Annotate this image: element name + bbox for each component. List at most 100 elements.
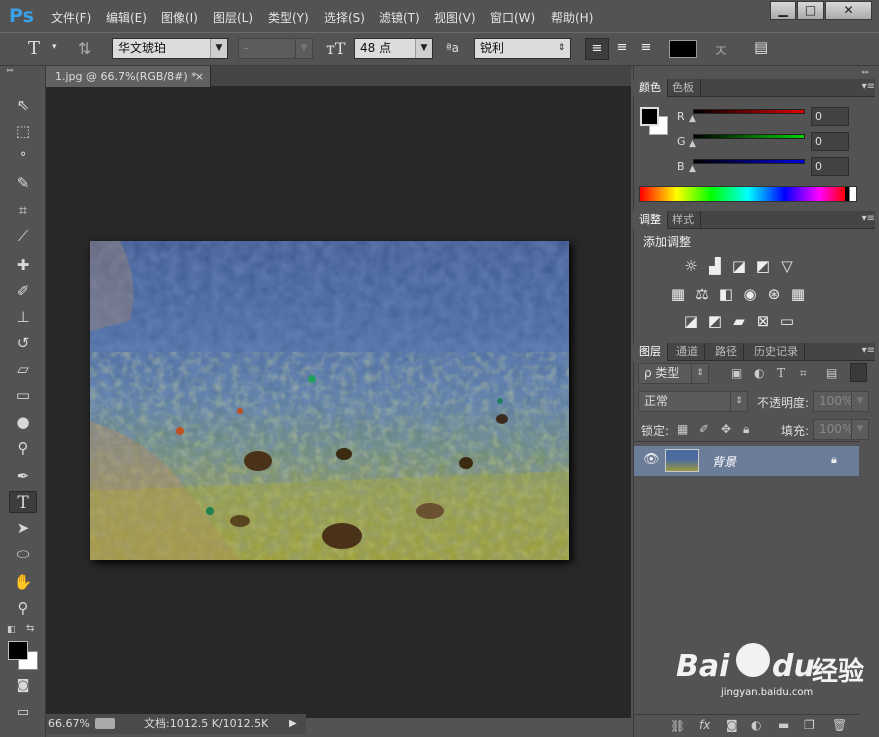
align-center-button[interactable]: ≡ [611, 38, 633, 60]
zoom-level[interactable]: 66.67% [48, 714, 90, 734]
filter-toggle-switch[interactable] [850, 363, 867, 382]
vibrance-icon[interactable]: ▽ [777, 257, 797, 275]
menu-file[interactable]: 文件(F) [51, 9, 91, 26]
menu-help[interactable]: 帮助(H) [551, 9, 593, 26]
lock-transparent-icon[interactable]: ▦ [677, 422, 688, 436]
filter-pixel-icon[interactable]: ▣ [731, 366, 742, 380]
brush-tool-icon[interactable]: ✐ [9, 280, 37, 302]
layer-row[interactable]: 👁︎ 背景 🔒︎ [634, 446, 859, 476]
menu-view[interactable]: 视图(V) [434, 9, 476, 26]
eyedropper-tool-icon[interactable]: ⟋ [9, 225, 37, 247]
lock-image-icon[interactable]: ✐ [699, 422, 709, 436]
quick-mask-icon[interactable]: ◙ [9, 675, 37, 697]
brightness-contrast-icon[interactable]: ☼ [681, 257, 701, 275]
delete-layer-icon[interactable]: 🗑︎ [832, 718, 847, 732]
font-family-select[interactable]: 华文琥珀 ▼ [112, 38, 228, 59]
filter-shape-icon[interactable]: ⌗ [800, 366, 807, 381]
character-panel-icon[interactable]: ▤ [754, 38, 768, 56]
pen-tool-icon[interactable]: ✒ [9, 465, 37, 487]
hue-saturation-icon[interactable]: ▦ [668, 285, 688, 303]
filter-adjustment-icon[interactable]: ◐ [754, 366, 764, 380]
menu-filter[interactable]: 滤镜(T) [379, 9, 420, 26]
path-select-tool-icon[interactable]: ➤ [9, 517, 37, 539]
filter-type-icon[interactable]: T [777, 366, 785, 380]
layer-name[interactable]: 背景 [712, 453, 736, 470]
tab-color[interactable]: 颜色 [633, 79, 668, 97]
slider-handle-icon[interactable]: ▲ [689, 139, 696, 149]
document-tab[interactable]: 1.jpg @ 66.7%(RGB/8#) * × [46, 66, 211, 87]
hand-tool-icon[interactable]: ✋ [9, 571, 37, 593]
clone-stamp-tool-icon[interactable]: ⊥ [9, 306, 37, 328]
ellipse-tool-icon[interactable]: ⬭ [9, 543, 37, 565]
channel-b-slider[interactable] [693, 159, 805, 164]
canvas-image[interactable] [90, 241, 569, 560]
selective-color-icon[interactable]: ⊠ [753, 312, 773, 330]
warp-text-icon[interactable]: ㅈ [713, 37, 729, 62]
default-colors-icon[interactable]: ◧ [7, 625, 16, 635]
menu-window[interactable]: 窗口(W) [490, 9, 535, 26]
tab-adjustments[interactable]: 调整 [633, 211, 668, 229]
type-tool-preset-icon[interactable]: T [28, 38, 40, 59]
new-group-icon[interactable]: ▬ [778, 718, 789, 732]
menu-type[interactable]: 类型(Y) [268, 9, 309, 26]
eraser-tool-icon[interactable]: ▱ [9, 358, 37, 380]
lasso-tool-icon[interactable]: ᐤ [9, 146, 37, 168]
slider-handle-icon[interactable]: ▲ [689, 114, 696, 124]
zoom-tool-icon[interactable]: ⚲ [9, 597, 37, 619]
quick-select-tool-icon[interactable]: ✎ [9, 172, 37, 194]
collapse-panels-icon[interactable]: ▸▸ [862, 68, 869, 76]
preset-dropdown-arrow-icon[interactable]: ▾ [52, 42, 57, 52]
close-tab-icon[interactable]: × [195, 66, 204, 87]
tab-history[interactable]: 历史记录 [748, 343, 805, 361]
tab-layers[interactable]: 图层 [633, 343, 668, 361]
blur-tool-icon[interactable]: ● [9, 411, 37, 433]
maximize-button[interactable]: □ [797, 1, 824, 20]
channel-mixer-icon[interactable]: ⊛ [764, 285, 784, 303]
tab-styles[interactable]: 样式 [666, 211, 701, 229]
color-spectrum-bar[interactable] [639, 186, 857, 202]
foreground-color-swatch[interactable] [8, 641, 28, 660]
status-menu-arrow-icon[interactable]: ▶ [289, 714, 297, 734]
channel-b-input[interactable]: 0 [811, 157, 849, 176]
align-left-button[interactable]: ≡ [585, 38, 609, 60]
photo-filter-icon[interactable]: ◉ [740, 285, 760, 303]
color-lookup-icon[interactable]: ▦ [788, 285, 808, 303]
slider-handle-icon[interactable]: ▲ [689, 164, 696, 174]
color-balance-icon[interactable]: ⚖ [692, 285, 712, 303]
invert-icon[interactable]: ◪ [681, 312, 701, 330]
layer-filter-kind-select[interactable]: ρ 类型 ⇕ [638, 363, 709, 384]
gradient-map-icon[interactable]: ▭ [777, 312, 797, 330]
toggle-orientation-icon[interactable]: ⇅ [78, 39, 91, 58]
blend-mode-select[interactable]: 正常 ⇕ [638, 391, 748, 412]
link-layers-icon[interactable]: ⛓ [670, 719, 685, 733]
channel-g-input[interactable]: 0 [811, 132, 849, 151]
new-layer-icon[interactable]: ❐ [804, 718, 815, 732]
font-style-select[interactable]: - ▼ [238, 38, 313, 59]
text-color-swatch[interactable] [669, 40, 697, 58]
filter-smart-object-icon[interactable]: ▤ [826, 366, 837, 380]
menu-select[interactable]: 选择(S) [324, 9, 365, 26]
threshold-icon[interactable]: ▰ [729, 312, 749, 330]
align-right-button[interactable]: ≡ [635, 38, 657, 60]
antialias-select[interactable]: 锐利 ⇕ [474, 38, 571, 59]
panel-menu-icon[interactable]: ▾≡ [862, 345, 875, 356]
lock-position-icon[interactable]: ✥ [721, 422, 731, 436]
visibility-eye-icon[interactable]: 👁︎ [643, 452, 660, 467]
menu-edit[interactable]: 编辑(E) [106, 9, 147, 26]
crop-tool-icon[interactable]: ⌗ [9, 199, 37, 221]
gradient-tool-icon[interactable]: ▭ [9, 384, 37, 406]
panel-menu-icon[interactable]: ▾≡ [862, 81, 875, 92]
screen-mode-icon[interactable]: ▭ [9, 702, 37, 724]
history-brush-tool-icon[interactable]: ↺ [9, 332, 37, 354]
tab-swatches[interactable]: 色板 [666, 79, 701, 97]
swap-colors-icon[interactable]: ⇆ [26, 623, 34, 634]
new-adjustment-icon[interactable]: ◐ [751, 718, 761, 732]
tab-channels[interactable]: 通道 [670, 343, 705, 361]
layer-style-fx-icon[interactable]: fx [699, 718, 710, 732]
color-panel-foreground-swatch[interactable] [640, 107, 659, 126]
move-tool-icon[interactable]: ⇖ [9, 94, 37, 116]
tab-paths[interactable]: 路径 [709, 343, 744, 361]
curves-icon[interactable]: ◪ [729, 257, 749, 275]
posterize-icon[interactable]: ◩ [705, 312, 725, 330]
type-tool-icon[interactable]: T [9, 491, 37, 513]
